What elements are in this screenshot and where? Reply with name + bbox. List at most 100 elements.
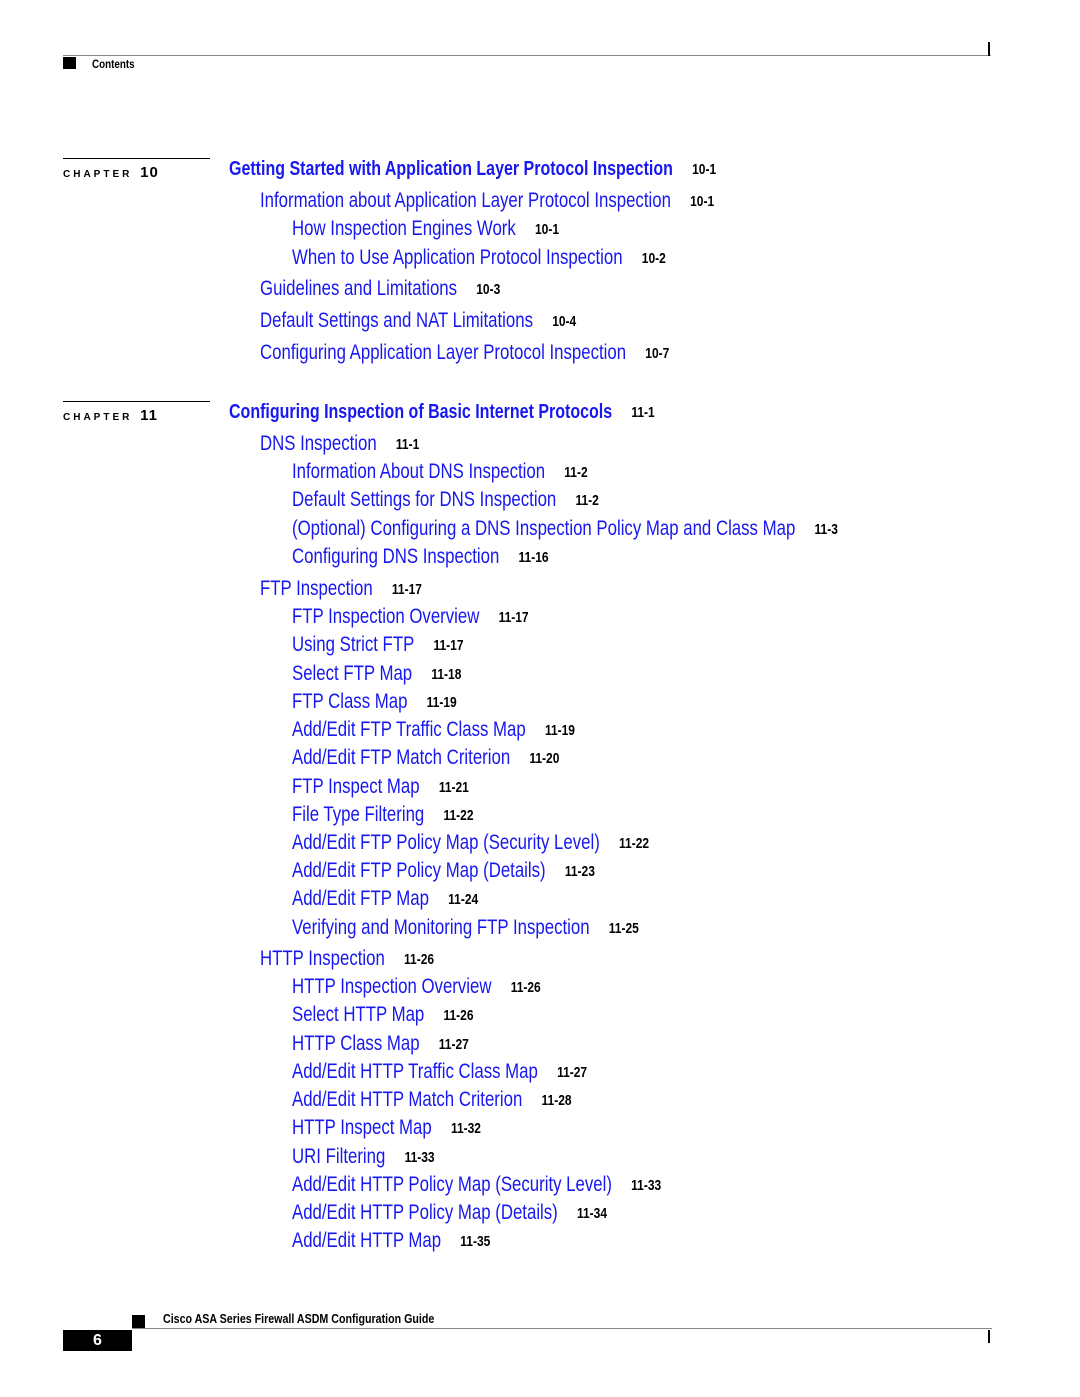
toc-entry-title[interactable]: HTTP Inspection — [260, 947, 385, 970]
toc-entry-title[interactable]: Default Settings and NAT Limitations — [260, 309, 533, 332]
toc-entry-page: 11-17 — [433, 637, 464, 654]
toc-entry[interactable]: Add/Edit HTTP Map 11-35 — [292, 1229, 490, 1253]
header-marker-square — [63, 57, 76, 69]
toc-entry-page: 10-1 — [535, 221, 560, 238]
toc-entry-page: 11-35 — [460, 1233, 491, 1250]
chapter-word: CHAPTER — [63, 412, 133, 423]
toc-entry[interactable]: Add/Edit HTTP Policy Map (Security Level… — [292, 1173, 661, 1197]
toc-entry-title[interactable]: HTTP Inspect Map — [292, 1116, 432, 1139]
toc-entry-page: 11-19 — [426, 694, 457, 711]
toc-entry-chapter-title[interactable]: Getting Started with Application Layer P… — [229, 158, 716, 181]
header-crop-mark — [988, 42, 990, 56]
toc-entry-title[interactable]: HTTP Inspection Overview — [292, 975, 492, 998]
toc-entry[interactable]: Verifying and Monitoring FTP Inspection 1… — [292, 916, 639, 940]
toc-entry[interactable]: Select FTP Map 11-18 — [292, 662, 461, 686]
toc-entry-title[interactable]: (Optional) Configuring a DNS Inspection … — [292, 517, 795, 540]
toc-entry[interactable]: Configuring Application Layer Protocol I… — [260, 341, 669, 365]
toc-entry[interactable]: HTTP Class Map 11-27 — [292, 1032, 469, 1056]
toc-entry[interactable]: (Optional) Configuring a DNS Inspection … — [292, 517, 838, 541]
toc-entry[interactable]: How Inspection Engines Work 10-1 — [292, 217, 559, 241]
toc-entry-title[interactable]: Getting Started with Application Layer P… — [229, 158, 673, 180]
toc-entry-title[interactable]: Select FTP Map — [292, 662, 412, 685]
toc-entry-title[interactable]: Verifying and Monitoring FTP Inspection — [292, 916, 590, 939]
toc-entry[interactable]: Select HTTP Map 11-26 — [292, 1003, 474, 1027]
toc-entry-title[interactable]: Guidelines and Limitations — [260, 277, 457, 300]
toc-entry[interactable]: URI Filtering 11-33 — [292, 1145, 435, 1169]
chapter-11-label: CHAPTER 11 — [63, 407, 158, 424]
toc-entry-title[interactable]: FTP Inspection — [260, 577, 373, 600]
toc-entry-page: 11-33 — [631, 1177, 662, 1194]
toc-entry-page: 10-2 — [641, 250, 666, 267]
chapter-10-rule — [63, 158, 210, 159]
toc-entry[interactable]: Add/Edit FTP Policy Map (Details) 11-23 — [292, 859, 595, 883]
toc-entry-page: 11-22 — [619, 835, 650, 852]
toc-entry-title[interactable]: FTP Class Map — [292, 690, 407, 713]
toc-entry[interactable]: Default Settings and NAT Limitations 10-4 — [260, 309, 576, 333]
toc-entry-page: 11-18 — [431, 666, 462, 683]
toc-entry[interactable]: Default Settings for DNS Inspection 11-2 — [292, 488, 599, 512]
toc-entry[interactable]: Information about Application Layer Prot… — [260, 189, 714, 213]
toc-entry-page: 11-19 — [544, 722, 575, 739]
toc-entry-title[interactable]: URI Filtering — [292, 1145, 385, 1168]
toc-entry[interactable]: Add/Edit HTTP Policy Map (Details) 11-34 — [292, 1201, 607, 1225]
toc-entry-title[interactable]: File Type Filtering — [292, 803, 424, 826]
toc-entry[interactable]: Using Strict FTP 11-17 — [292, 633, 464, 657]
toc-entry-title[interactable]: Default Settings for DNS Inspection — [292, 488, 556, 511]
toc-entry-title[interactable]: HTTP Class Map — [292, 1032, 420, 1055]
toc-entry-page: 11-3 — [814, 521, 838, 538]
toc-entry[interactable]: Information About DNS Inspection 11-2 — [292, 460, 588, 484]
toc-entry-title[interactable]: Add/Edit HTTP Policy Map (Security Level… — [292, 1173, 612, 1196]
toc-entry[interactable]: HTTP Inspection 11-26 — [260, 947, 434, 971]
toc-entry[interactable]: When to Use Application Protocol Inspect… — [292, 246, 666, 270]
toc-entry[interactable]: File Type Filtering 11-22 — [292, 803, 474, 827]
toc-entry-title[interactable]: Configuring Inspection of Basic Internet… — [229, 401, 612, 423]
toc-entry[interactable]: DNS Inspection 11-1 — [260, 432, 419, 456]
toc-entry[interactable]: Add/Edit HTTP Traffic Class Map 11-27 — [292, 1060, 587, 1084]
toc-entry-title[interactable]: Using Strict FTP — [292, 633, 414, 656]
toc-entry[interactable]: Add/Edit FTP Map 11-24 — [292, 887, 478, 911]
toc-entry-title[interactable]: DNS Inspection — [260, 432, 377, 455]
toc-entry-page: 11-27 — [438, 1036, 469, 1053]
toc-entry-title[interactable]: When to Use Application Protocol Inspect… — [292, 246, 623, 269]
chapter-11-rule — [63, 401, 210, 402]
toc-entry[interactable]: FTP Inspection Overview 11-17 — [292, 605, 529, 629]
toc-entry-chapter-title[interactable]: Configuring Inspection of Basic Internet… — [229, 401, 655, 424]
toc-entry[interactable]: Configuring DNS Inspection 11-16 — [292, 545, 549, 569]
toc-entry-page: 11-28 — [541, 1092, 572, 1109]
toc-entry-page: 11-20 — [529, 750, 560, 767]
toc-entry-title[interactable]: Add/Edit FTP Policy Map (Details) — [292, 859, 546, 882]
toc-entry-title[interactable]: Add/Edit FTP Match Criterion — [292, 746, 510, 769]
toc-entry-title[interactable]: FTP Inspection Overview — [292, 605, 479, 628]
toc-entry[interactable]: Add/Edit FTP Traffic Class Map 11-19 — [292, 718, 575, 742]
chapter-10-label: CHAPTER 10 — [63, 164, 159, 181]
toc-entry-title[interactable]: Add/Edit HTTP Policy Map (Details) — [292, 1201, 558, 1224]
toc-entry-title[interactable]: Add/Edit HTTP Match Criterion — [292, 1088, 522, 1111]
toc-entry[interactable]: FTP Class Map 11-19 — [292, 690, 457, 714]
toc-entry-title[interactable]: Add/Edit FTP Map — [292, 887, 429, 910]
toc-entry[interactable]: FTP Inspection 11-17 — [260, 577, 422, 601]
toc-entry-page: 11-17 — [391, 581, 422, 598]
toc-entry[interactable]: FTP Inspect Map 11-21 — [292, 775, 469, 799]
toc-entry-title[interactable]: Select HTTP Map — [292, 1003, 424, 1026]
toc-entry[interactable]: Add/Edit FTP Policy Map (Security Level)… — [292, 831, 649, 855]
toc-entry-title[interactable]: FTP Inspect Map — [292, 775, 420, 798]
toc-entry-title[interactable]: Add/Edit HTTP Traffic Class Map — [292, 1060, 538, 1083]
toc-entry-title[interactable]: Add/Edit FTP Traffic Class Map — [292, 718, 526, 741]
toc-entry[interactable]: Add/Edit HTTP Match Criterion 11-28 — [292, 1088, 572, 1112]
toc-entry[interactable]: Guidelines and Limitations 10-3 — [260, 277, 500, 301]
toc-entry-title[interactable]: How Inspection Engines Work — [292, 217, 516, 240]
toc-entry-title[interactable]: Information About DNS Inspection — [292, 460, 545, 483]
toc-entry-page: 11-1 — [631, 404, 655, 421]
toc-entry[interactable]: HTTP Inspection Overview 11-26 — [292, 975, 541, 999]
toc-entry-title[interactable]: Add/Edit FTP Policy Map (Security Level) — [292, 831, 600, 854]
toc-entry-title[interactable]: Configuring Application Layer Protocol I… — [260, 341, 626, 364]
toc-entry[interactable]: Add/Edit FTP Match Criterion 11-20 — [292, 746, 559, 770]
toc-entry[interactable]: HTTP Inspect Map 11-32 — [292, 1116, 481, 1140]
toc-entry-page: 11-2 — [575, 492, 599, 509]
toc-entry-title[interactable]: Configuring DNS Inspection — [292, 545, 499, 568]
toc-entry-title[interactable]: Information about Application Layer Prot… — [260, 189, 671, 212]
toc-entry-title[interactable]: Add/Edit HTTP Map — [292, 1229, 441, 1252]
footer-rule — [132, 1328, 992, 1329]
toc-entry-page: 11-25 — [608, 920, 639, 937]
toc-entry-page: 11-2 — [564, 464, 588, 481]
